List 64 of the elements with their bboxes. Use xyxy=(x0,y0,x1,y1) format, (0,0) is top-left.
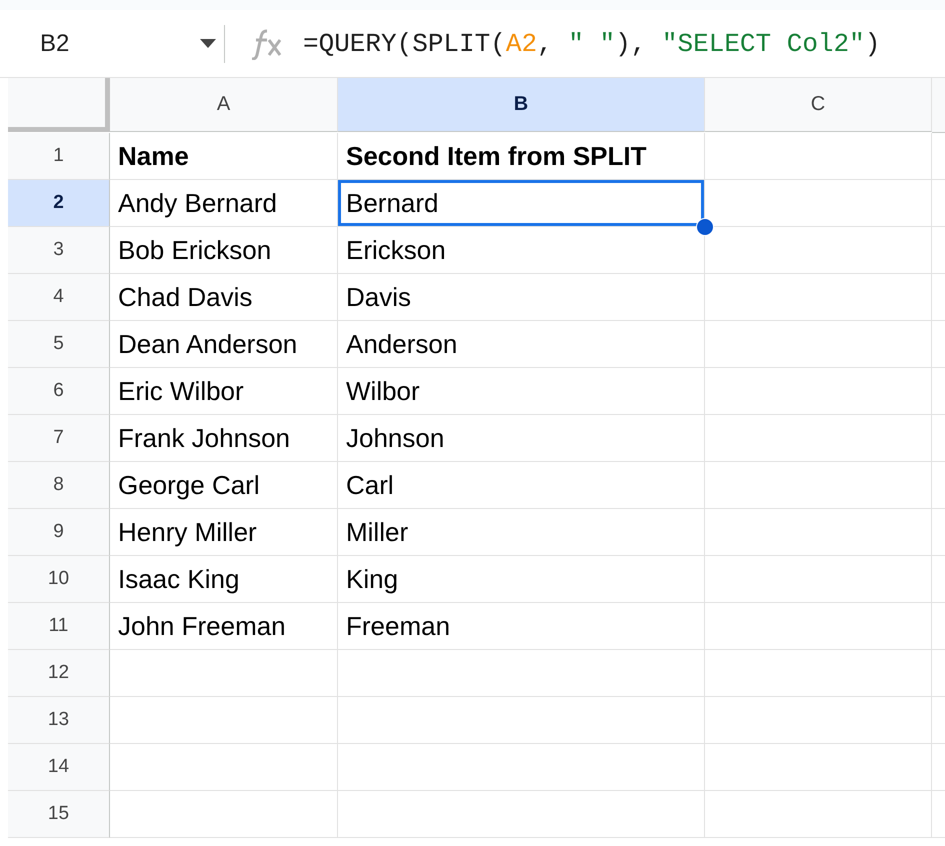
table-cell[interactable]: Andy Bernard xyxy=(110,180,338,227)
row-header[interactable]: 8 xyxy=(8,462,110,509)
row-header[interactable]: 7 xyxy=(8,415,110,462)
empty-cell[interactable] xyxy=(338,744,705,791)
table-cell[interactable]: Miller xyxy=(338,509,705,556)
table-cell[interactable]: Eric Wilbor xyxy=(110,368,338,415)
row-header[interactable]: 10 xyxy=(8,556,110,603)
row-header[interactable]: 6 xyxy=(8,368,110,415)
row-header[interactable]: 12 xyxy=(8,650,110,697)
empty-cell[interactable] xyxy=(338,791,705,838)
table-cell[interactable]: Johnson xyxy=(338,415,705,462)
table-cell[interactable]: Wilbor xyxy=(338,368,705,415)
function-icon xyxy=(249,28,283,60)
empty-cell[interactable] xyxy=(705,791,932,838)
empty-cell[interactable] xyxy=(705,227,932,274)
empty-cell[interactable] xyxy=(705,697,932,744)
empty-cell[interactable] xyxy=(705,274,932,321)
table-cell[interactable]: Henry Miller xyxy=(110,509,338,556)
row-header[interactable]: 2 xyxy=(8,180,110,227)
table-cell[interactable]: Second Item from SPLIT xyxy=(338,133,705,180)
empty-cell[interactable] xyxy=(705,368,932,415)
table-cell[interactable]: George Carl xyxy=(110,462,338,509)
empty-cell[interactable] xyxy=(705,650,932,697)
row-header[interactable]: 5 xyxy=(8,321,110,368)
row-header[interactable]: 1 xyxy=(8,133,110,180)
empty-cell[interactable] xyxy=(705,603,932,650)
select-all-corner[interactable] xyxy=(8,78,110,132)
column-header[interactable]: A xyxy=(110,78,338,132)
empty-cell[interactable] xyxy=(705,509,932,556)
name-box[interactable]: B2 xyxy=(0,30,200,58)
row-header[interactable]: 15 xyxy=(8,791,110,838)
table-cell[interactable]: Carl xyxy=(338,462,705,509)
table-cell[interactable]: Isaac King xyxy=(110,556,338,603)
table-cell[interactable]: John Freeman xyxy=(110,603,338,650)
table-cell[interactable]: Anderson xyxy=(338,321,705,368)
table-cell[interactable]: Dean Anderson xyxy=(110,321,338,368)
empty-cell[interactable] xyxy=(705,744,932,791)
table-cell[interactable]: Chad Davis xyxy=(110,274,338,321)
table-cell[interactable]: Freeman xyxy=(338,603,705,650)
empty-cell[interactable] xyxy=(338,650,705,697)
table-cell[interactable]: Bob Erickson xyxy=(110,227,338,274)
dropdown-caret-icon[interactable] xyxy=(200,39,216,48)
table-cell[interactable]: Frank Johnson xyxy=(110,415,338,462)
empty-cell[interactable] xyxy=(705,462,932,509)
table-cell[interactable]: Name xyxy=(110,133,338,180)
empty-cell[interactable] xyxy=(705,556,932,603)
empty-cell[interactable] xyxy=(705,133,932,180)
row-header[interactable]: 14 xyxy=(8,744,110,791)
fill-handle[interactable] xyxy=(696,218,714,236)
row-header[interactable]: 13 xyxy=(8,697,110,744)
row-header[interactable]: 4 xyxy=(8,274,110,321)
formula-field[interactable]: =QUERY(SPLIT(A2, " "), "SELECT Col2") xyxy=(303,28,880,58)
column-header[interactable]: C xyxy=(705,78,932,132)
table-cell[interactable]: King xyxy=(338,556,705,603)
row-header[interactable]: 11 xyxy=(8,603,110,650)
row-header[interactable]: 3 xyxy=(8,227,110,274)
empty-cell[interactable] xyxy=(705,415,932,462)
table-cell[interactable]: Erickson xyxy=(338,227,705,274)
table-cell[interactable]: Davis xyxy=(338,274,705,321)
active-cell[interactable]: Bernard xyxy=(338,180,705,227)
column-header[interactable]: B xyxy=(338,78,705,132)
empty-cell[interactable] xyxy=(338,697,705,744)
row-header[interactable]: 9 xyxy=(8,509,110,556)
empty-cell[interactable] xyxy=(705,321,932,368)
